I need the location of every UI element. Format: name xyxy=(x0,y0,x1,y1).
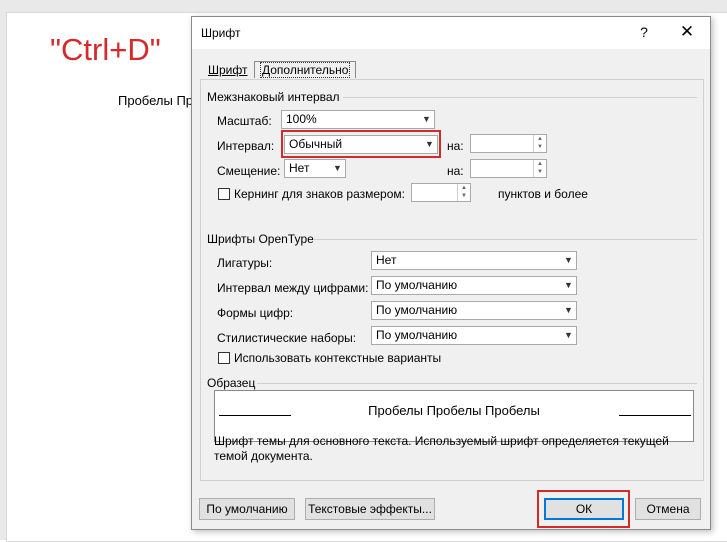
text-effects-button[interactable]: Текстовые эффекты... xyxy=(305,498,435,520)
document-text: Пробелы Пр xyxy=(118,93,194,108)
help-button[interactable]: ? xyxy=(636,24,652,40)
scale-value: 100% xyxy=(286,112,317,126)
preview-section-header: Образец xyxy=(207,376,256,390)
spinner-icon[interactable]: ▲ ▼ xyxy=(533,135,546,152)
font-dialog: Шрифт ? ✕ Шрифт Дополнительно Межзнаковы… xyxy=(191,16,711,530)
preview-description: Шрифт темы для основного текста. Использ… xyxy=(214,434,669,463)
kerning-size-input[interactable]: ▲ ▼ xyxy=(411,183,471,202)
preview-right-line xyxy=(619,415,691,416)
tab-font-label: Шрифт xyxy=(208,63,248,77)
number-spacing-value: По умолчанию xyxy=(376,278,458,292)
spinner-icon[interactable]: ▲ ▼ xyxy=(457,184,470,201)
stylistic-sets-value: По умолчанию xyxy=(376,328,458,342)
contextual-alternates-checkbox[interactable] xyxy=(218,352,230,364)
tab-font[interactable]: Шрифт xyxy=(208,63,247,77)
kerning-checkbox[interactable] xyxy=(218,188,230,200)
chevron-down-icon: ▼ xyxy=(561,277,576,294)
position-combo[interactable]: Нет ▼ xyxy=(284,159,346,178)
number-spacing-combo[interactable]: По умолчанию ▼ xyxy=(371,276,577,295)
scale-label: Масштаб: xyxy=(217,114,272,128)
chevron-down-icon: ▼ xyxy=(330,160,345,177)
spacing-section-header: Межзнаковый интервал xyxy=(207,90,340,104)
spacing-by-input[interactable]: ▲ ▼ xyxy=(470,134,547,153)
position-by-label: на: xyxy=(447,164,464,178)
ligatures-label: Лигатуры: xyxy=(217,256,273,270)
chevron-down-icon: ▼ xyxy=(561,327,576,344)
kerning-suffix-label: пунктов и более xyxy=(498,187,588,201)
position-value: Нет xyxy=(289,161,310,175)
dialog-title: Шрифт xyxy=(201,26,241,40)
spacing-label: Интервал: xyxy=(217,139,275,153)
scale-combo[interactable]: 100% ▼ xyxy=(281,110,435,129)
number-forms-value: По умолчанию xyxy=(376,303,458,317)
stylistic-sets-label: Стилистические наборы: xyxy=(217,331,357,345)
number-spacing-label: Интервал между цифрами: xyxy=(217,281,369,295)
section-divider xyxy=(343,97,697,98)
contextual-alternates-label: Использовать контекстные варианты xyxy=(234,351,442,365)
highlight-box xyxy=(537,490,630,528)
highlight-box xyxy=(281,130,441,158)
section-divider xyxy=(313,239,697,240)
ligatures-combo[interactable]: Нет ▼ xyxy=(371,251,577,270)
kerning-label: Кернинг для знаков размером: xyxy=(234,187,405,201)
default-button[interactable]: По умолчанию xyxy=(199,498,295,520)
stylistic-sets-combo[interactable]: По умолчанию ▼ xyxy=(371,326,577,345)
position-label: Смещение: xyxy=(217,164,281,178)
section-divider xyxy=(257,383,697,384)
opentype-section-header: Шрифты OpenType xyxy=(207,232,314,246)
close-button[interactable]: ✕ xyxy=(678,22,696,42)
position-by-input[interactable]: ▲ ▼ xyxy=(470,159,547,178)
spacing-by-label: на: xyxy=(447,139,464,153)
tab-advanced-label: Дополнительно xyxy=(260,62,351,78)
cancel-button[interactable]: Отмена xyxy=(635,498,701,520)
shortcut-annotation: "Ctrl+D" xyxy=(50,32,161,67)
number-forms-combo[interactable]: По умолчанию ▼ xyxy=(371,301,577,320)
tab-advanced[interactable]: Дополнительно xyxy=(254,61,357,78)
spinner-icon[interactable]: ▲ ▼ xyxy=(533,160,546,177)
chevron-down-icon: ▼ xyxy=(561,302,576,319)
ligatures-value: Нет xyxy=(376,253,397,267)
chevron-down-icon: ▼ xyxy=(419,111,434,128)
number-forms-label: Формы цифр: xyxy=(217,306,294,320)
dialog-titlebar: Шрифт ? ✕ xyxy=(192,17,710,49)
chevron-down-icon: ▼ xyxy=(561,252,576,269)
